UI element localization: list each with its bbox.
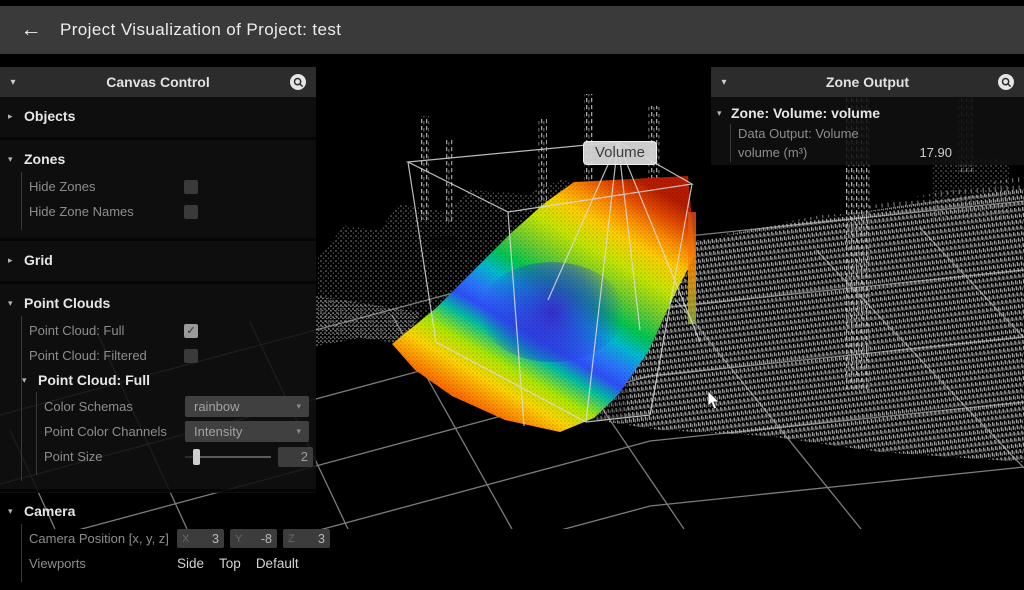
zone-volume-label: Volume: [583, 141, 657, 165]
data-output-row: Data Output: Volume: [731, 124, 1024, 143]
point-color-channels-row: Point Color Channels Intensity ▾: [37, 419, 316, 444]
magnifier-icon[interactable]: [290, 74, 306, 90]
color-schemas-row: Color Schemas rainbow ▾: [37, 394, 316, 419]
chevron-down-icon: ▾: [8, 506, 20, 517]
section-camera[interactable]: ▾ Camera: [0, 498, 316, 524]
mouse-cursor: [707, 391, 721, 411]
camera-y-input[interactable]: Y -8: [230, 529, 277, 548]
viewport-side-button[interactable]: Side: [177, 556, 204, 571]
section-zones[interactable]: ▾ Zones: [0, 146, 316, 172]
zone-volume-section[interactable]: ▾ Zone: Volume: volume: [711, 102, 1024, 124]
slider-handle[interactable]: [193, 449, 200, 465]
zone-output-title: Zone Output: [711, 74, 1024, 90]
volume-value-row: volume (m³) 17.90: [731, 143, 1024, 162]
chevron-down-icon: ▾: [717, 108, 729, 119]
chevron-down-icon: ▾: [8, 154, 20, 165]
app-header: ← Project Visualization of Project: test: [0, 6, 1024, 54]
canvas-control-panel: ▾ Canvas Control ▸ Objects ▾ Zones Hide …: [0, 67, 316, 493]
magnifier-icon[interactable]: [998, 74, 1014, 90]
zone-output-panel: ▾ Zone Output ▾ Zone: Volume: volume Dat…: [711, 67, 1024, 165]
chevron-down-icon: ▾: [22, 375, 34, 386]
canvas-control-title: Canvas Control: [0, 74, 316, 90]
chevron-down-icon: ▾: [8, 298, 20, 309]
back-button[interactable]: ←: [18, 17, 44, 43]
point-cloud-full-checkbox[interactable]: ✓: [184, 324, 198, 338]
viewports-row: Viewports Side Top Default: [22, 551, 316, 576]
point-size-row: Point Size 2: [37, 444, 316, 469]
point-size-value[interactable]: 2: [278, 447, 313, 467]
point-cloud-full-row: Point Cloud: Full ✓: [22, 318, 316, 343]
canvas-control-header[interactable]: ▾ Canvas Control: [0, 67, 316, 97]
chevron-down-icon: ▾: [296, 426, 309, 437]
hide-zone-names-row: Hide Zone Names: [22, 199, 316, 224]
camera-position-row: Camera Position [x, y, z] X 3 Y -8 Z 3: [22, 526, 316, 551]
color-schemas-select[interactable]: rainbow ▾: [185, 396, 309, 417]
hide-zones-checkbox[interactable]: [184, 180, 198, 194]
point-color-channels-select[interactable]: Intensity ▾: [185, 421, 309, 442]
page-title: Project Visualization of Project: test: [60, 20, 341, 40]
camera-z-input[interactable]: Z 3: [283, 529, 330, 548]
subsection-point-cloud-full[interactable]: ▾ Point Cloud: Full: [22, 368, 316, 392]
viewport-default-button[interactable]: Default: [256, 556, 299, 571]
section-objects[interactable]: ▸ Objects: [0, 103, 316, 129]
chevron-right-icon: ▸: [8, 255, 20, 266]
camera-x-input[interactable]: X 3: [177, 529, 224, 548]
point-cloud-filtered-row: Point Cloud: Filtered: [22, 343, 316, 368]
volume-value: 17.90: [919, 145, 952, 160]
point-cloud-filtered-checkbox[interactable]: [184, 349, 198, 363]
hide-zones-row: Hide Zones: [22, 174, 316, 199]
chevron-right-icon: ▸: [8, 111, 20, 122]
zone-output-header[interactable]: ▾ Zone Output: [711, 67, 1024, 97]
section-grid[interactable]: ▸ Grid: [0, 247, 316, 273]
section-point-clouds[interactable]: ▾ Point Clouds: [0, 290, 316, 316]
point-size-slider[interactable]: [185, 449, 271, 465]
viewport-top-button[interactable]: Top: [219, 556, 241, 571]
chevron-down-icon: ▾: [296, 401, 309, 412]
hide-zone-names-checkbox[interactable]: [184, 205, 198, 219]
